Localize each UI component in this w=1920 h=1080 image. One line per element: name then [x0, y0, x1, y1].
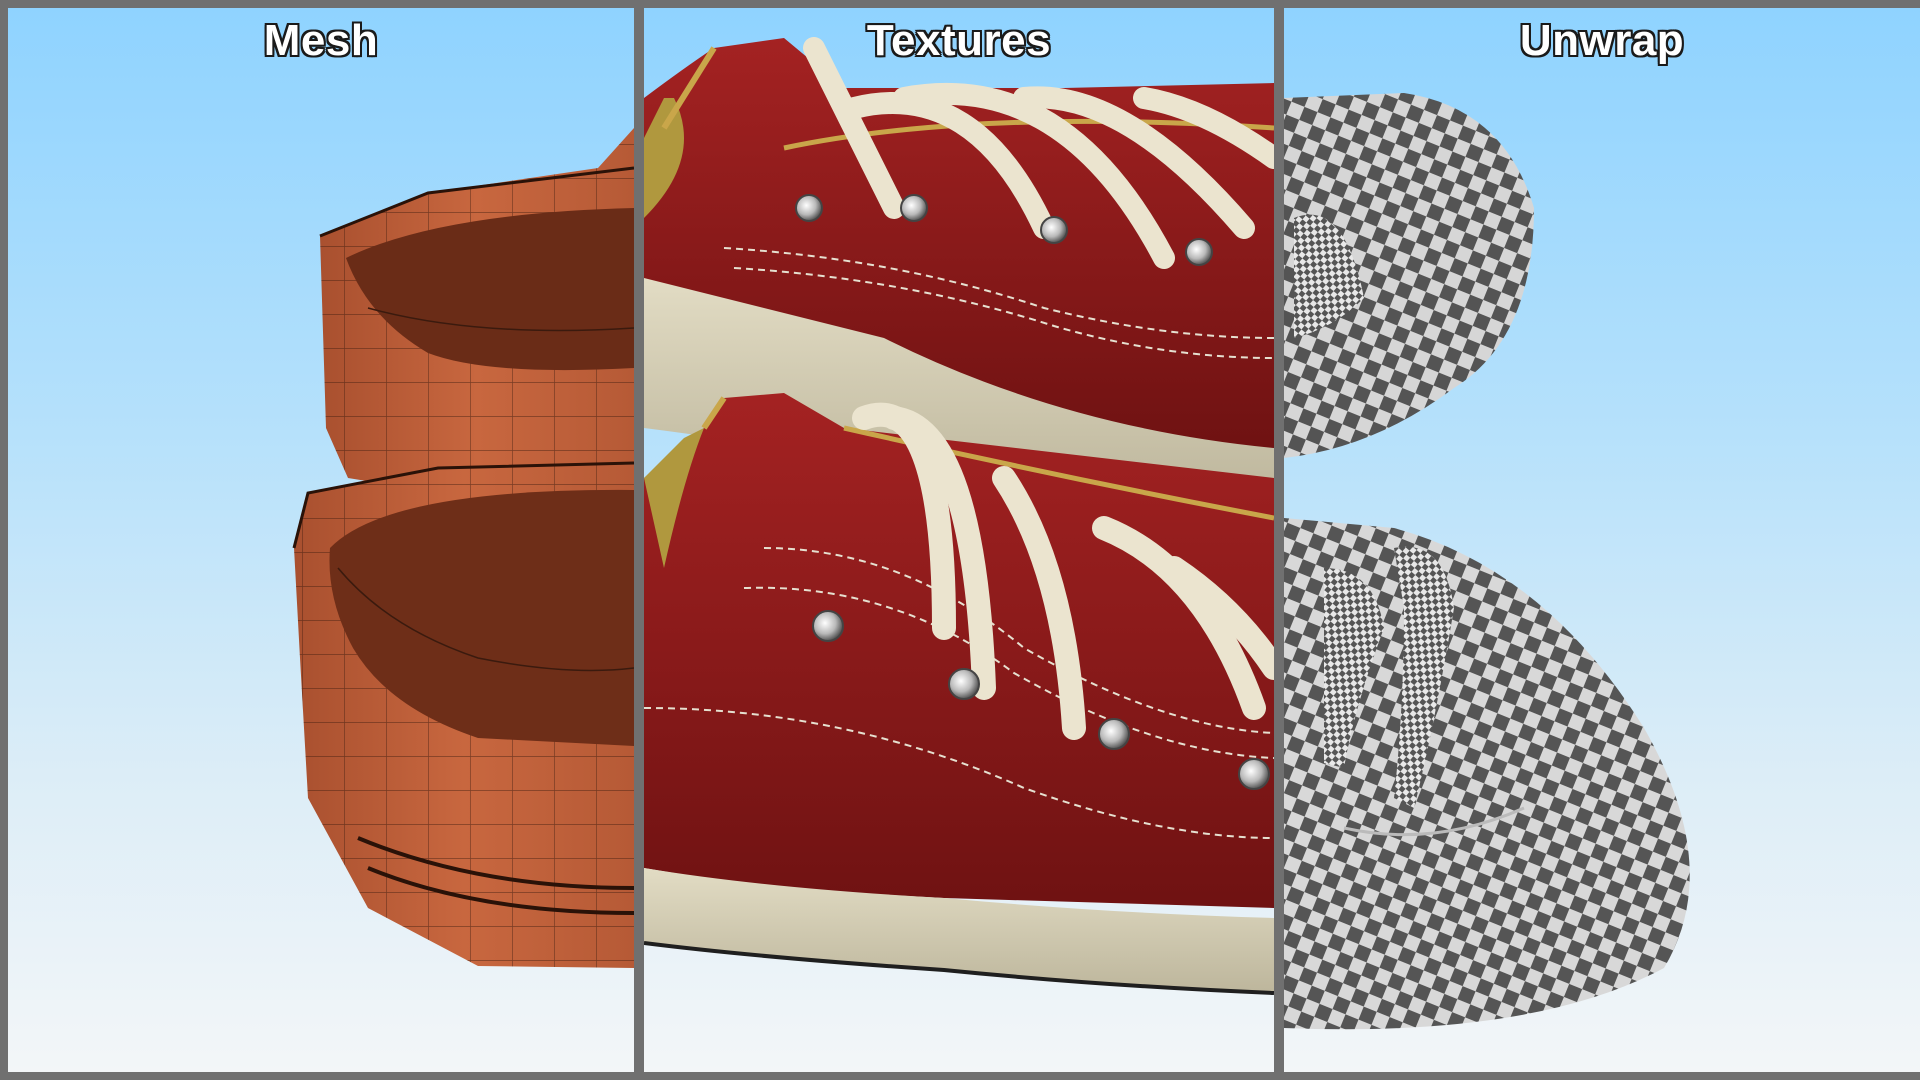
mesh-shoe-front	[292, 458, 634, 968]
textures-panel: Textures	[644, 8, 1274, 1072]
mesh-panel: Mesh	[8, 8, 634, 1072]
unwrap-shoe-back	[1284, 93, 1534, 458]
unwrap-shoe-front	[1284, 518, 1690, 1030]
comparison-frame: Mesh Textures Unwrap	[0, 0, 1920, 1080]
textures-title: Textures	[866, 16, 1052, 65]
mesh-render	[292, 128, 634, 968]
unwrap-panel: Unwrap	[1284, 8, 1920, 1072]
unwrap-title: Unwrap	[1519, 16, 1685, 65]
unwrap-render	[1284, 93, 1690, 1030]
textures-render	[644, 37, 1274, 995]
mesh-title: Mesh	[263, 16, 379, 65]
mesh-shoe-back	[319, 128, 634, 486]
